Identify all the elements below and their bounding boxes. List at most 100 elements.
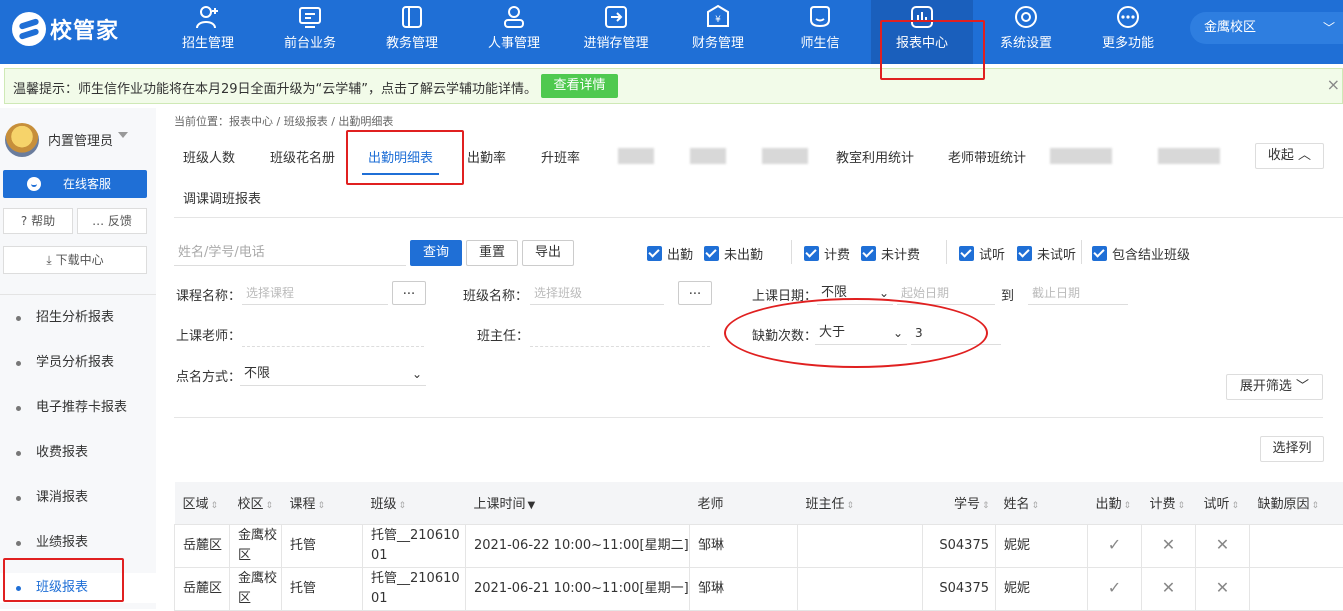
search-input[interactable] bbox=[174, 240, 406, 266]
campus-selector[interactable]: 金鹰校区 ﹀ bbox=[1190, 12, 1343, 44]
query-button[interactable]: 查询 bbox=[410, 240, 462, 266]
nav-item-report-center[interactable]: 报表中心 bbox=[871, 0, 973, 64]
checkbox-unbilled[interactable]: 未计费 bbox=[861, 244, 920, 262]
column-header[interactable]: 班主任⇕ bbox=[798, 482, 923, 524]
app-logo[interactable]: 校管家 bbox=[12, 12, 119, 46]
column-header[interactable]: 出勤⇕ bbox=[1088, 482, 1142, 524]
class-picker-button[interactable]: ... bbox=[678, 281, 712, 305]
sidebar-item-performance-report[interactable]: 业绩报表 bbox=[0, 528, 156, 558]
sort-icon[interactable]: ⇕ bbox=[1124, 501, 1132, 511]
date-label: 上课日期： bbox=[752, 285, 817, 304]
blurred-tab[interactable] bbox=[1158, 148, 1220, 164]
checkbox-attended[interactable]: 出勤 bbox=[647, 244, 693, 262]
checkbox-icon bbox=[647, 246, 662, 261]
admin-name[interactable]: 内置管理员 bbox=[48, 130, 113, 149]
end-date-input[interactable]: 截止日期 bbox=[1028, 281, 1128, 305]
tab-attendance-detail[interactable]: 出勤明细表 bbox=[368, 147, 433, 169]
table-row[interactable]: 岳麓区 金鹰校区 托管 托管__21061001 2021-06-22 10:0… bbox=[175, 524, 1343, 567]
column-header[interactable]: 校区⇕ bbox=[230, 482, 282, 524]
reset-button[interactable]: 重置 bbox=[466, 240, 518, 266]
column-header[interactable]: 缺勤原因⇕ bbox=[1250, 482, 1343, 524]
column-header[interactable]: 学号⇕ bbox=[923, 482, 996, 524]
close-icon[interactable]: × bbox=[1327, 75, 1340, 94]
sort-icon[interactable]: ⇕ bbox=[266, 501, 274, 511]
blurred-tab[interactable] bbox=[618, 148, 654, 164]
nav-item-front-desk[interactable]: 前台业务 bbox=[259, 0, 361, 64]
export-button[interactable]: 导出 bbox=[522, 240, 574, 266]
sidebar-item-consumption-report[interactable]: 课消报表 bbox=[0, 483, 156, 513]
book-icon bbox=[399, 4, 425, 30]
tab-class-count[interactable]: 班级人数 bbox=[183, 147, 235, 169]
column-header[interactable]: 课程⇕ bbox=[282, 482, 363, 524]
online-service-button[interactable]: 在线客服 bbox=[3, 170, 147, 198]
column-header[interactable]: 计费⇕ bbox=[1142, 482, 1196, 524]
checkbox-icon bbox=[861, 246, 876, 261]
sort-icon[interactable]: ⇕ bbox=[1178, 501, 1186, 511]
head-teacher-input[interactable] bbox=[530, 346, 710, 347]
sidebar-item-class-report[interactable]: 班级报表 bbox=[0, 573, 156, 603]
date-mode-dropdown[interactable]: 不限⌄ bbox=[817, 281, 893, 305]
nav-item-hr[interactable]: 人事管理 bbox=[463, 0, 565, 64]
checkbox-absent[interactable]: 未出勤 bbox=[704, 244, 763, 262]
nav-item-messages[interactable]: 师生信 bbox=[769, 0, 871, 64]
tab-class-roster[interactable]: 班级花名册 bbox=[270, 147, 335, 169]
tab-promotion-rate[interactable]: 升班率 bbox=[541, 147, 580, 169]
download-center-button[interactable]: ⤓ 下载中心 bbox=[3, 246, 147, 274]
sort-icon[interactable]: ⇕ bbox=[1312, 501, 1320, 511]
sort-icon[interactable]: ⇕ bbox=[318, 501, 326, 511]
nav-item-inventory[interactable]: 进销存管理 bbox=[565, 0, 667, 64]
absence-operator-dropdown[interactable]: 大于⌄ bbox=[815, 321, 907, 345]
collapse-tabs-button[interactable]: 收起 ︿ bbox=[1255, 143, 1324, 169]
column-header[interactable]: 姓名⇕ bbox=[996, 482, 1088, 524]
nav-item-academic[interactable]: 教务管理 bbox=[361, 0, 463, 64]
chevron-down-icon: ﹀ bbox=[1323, 12, 1335, 44]
tab-classroom-usage[interactable]: 教室利用统计 bbox=[836, 147, 914, 169]
separator bbox=[791, 240, 792, 264]
sort-icon[interactable]: ⇕ bbox=[211, 501, 219, 511]
blurred-tab[interactable] bbox=[762, 148, 808, 164]
select-columns-button[interactable]: 选择列 bbox=[1260, 436, 1324, 462]
column-header[interactable]: 上课时间▼ bbox=[466, 482, 690, 524]
sort-icon[interactable]: ⇕ bbox=[1232, 501, 1240, 511]
column-header[interactable]: 区域⇕ bbox=[175, 482, 230, 524]
checkbox-billed[interactable]: 计费 bbox=[804, 244, 850, 262]
tab-teacher-classes[interactable]: 老师带班统计 bbox=[948, 147, 1026, 169]
caret-down-icon[interactable] bbox=[118, 132, 128, 138]
nav-item-more[interactable]: 更多功能 bbox=[1077, 0, 1179, 64]
sort-icon[interactable]: ⇕ bbox=[399, 501, 407, 511]
avatar[interactable] bbox=[5, 123, 39, 157]
absence-count-input[interactable]: 3 bbox=[911, 321, 1001, 345]
view-details-button[interactable]: 查看详情 bbox=[541, 74, 618, 98]
course-picker-button[interactable]: ... bbox=[392, 281, 426, 305]
sidebar-item-card-report[interactable]: 电子推荐卡报表 bbox=[0, 393, 156, 423]
sort-desc-icon[interactable]: ▼ bbox=[528, 500, 536, 511]
sort-icon[interactable]: ⇕ bbox=[982, 501, 990, 511]
nav-item-admissions[interactable]: 招生管理 bbox=[157, 0, 259, 64]
nav-item-finance[interactable]: ¥ 财务管理 bbox=[667, 0, 769, 64]
sort-icon[interactable]: ⇕ bbox=[1032, 501, 1040, 511]
sidebar-item-admission-report[interactable]: 招生分析报表 bbox=[0, 303, 156, 333]
column-header[interactable]: 班级⇕ bbox=[363, 482, 466, 524]
blurred-tab[interactable] bbox=[690, 148, 726, 164]
teacher-input[interactable] bbox=[242, 346, 424, 347]
sidebar-item-student-report[interactable]: 学员分析报表 bbox=[0, 348, 156, 378]
tab-attendance-rate[interactable]: 出勤率 bbox=[467, 147, 506, 169]
checkbox-no-trial[interactable]: 未试听 bbox=[1017, 244, 1076, 262]
table-row[interactable]: 岳麓区 金鹰校区 托管 托管__21061001 2021-06-21 10:0… bbox=[175, 567, 1343, 610]
sort-icon[interactable]: ⇕ bbox=[847, 501, 855, 511]
course-picker[interactable]: 选择课程 bbox=[242, 281, 388, 305]
cell-course: 托管 bbox=[282, 567, 363, 610]
column-header[interactable]: 试听⇕ bbox=[1196, 482, 1250, 524]
checkbox-trial[interactable]: 试听 bbox=[959, 244, 1005, 262]
nav-item-settings[interactable]: 系统设置 bbox=[975, 0, 1077, 64]
start-date-input[interactable]: 起始日期 bbox=[897, 281, 995, 305]
class-picker[interactable]: 选择班级 bbox=[530, 281, 664, 305]
sidebar-item-fee-report[interactable]: 收费报表 bbox=[0, 438, 156, 468]
feedback-button[interactable]: … 反馈 bbox=[77, 208, 147, 234]
tab-reschedule-report[interactable]: 调课调班报表 bbox=[183, 188, 261, 210]
rollcall-dropdown[interactable]: 不限⌄ bbox=[240, 362, 426, 386]
expand-filters-button[interactable]: 展开筛选 ﹀ bbox=[1226, 374, 1323, 400]
checkbox-include-graduated[interactable]: 包含结业班级 bbox=[1092, 244, 1190, 262]
blurred-tab[interactable] bbox=[1050, 148, 1112, 164]
help-button[interactable]: ? 帮助 bbox=[3, 208, 73, 234]
